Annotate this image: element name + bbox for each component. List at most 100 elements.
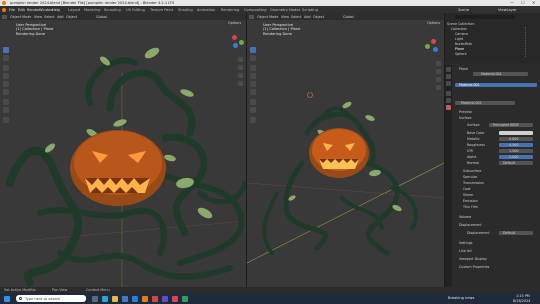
menu-help[interactable]: Help bbox=[52, 8, 60, 12]
surface-section[interactable]: Surface bbox=[459, 116, 472, 120]
maximize-button[interactable]: ☐ bbox=[521, 0, 525, 5]
material-list-label: Material.001 bbox=[459, 83, 480, 87]
blender-logo-icon bbox=[2, 1, 6, 5]
metallic-value: 0.000 bbox=[509, 137, 519, 141]
status-left-hint: Set Active Modifier bbox=[4, 288, 36, 292]
right-pan-icon[interactable] bbox=[436, 69, 441, 74]
output-props-tab-icon[interactable] bbox=[446, 81, 451, 86]
viewport-display-section[interactable]: Viewport Display bbox=[459, 257, 487, 261]
tab-texture-paint[interactable]: Texture Paint bbox=[150, 8, 173, 12]
store-icon[interactable] bbox=[122, 295, 128, 302]
settings-section[interactable]: Settings bbox=[459, 241, 473, 245]
menu-edit[interactable]: Edit bbox=[18, 8, 25, 12]
menu-file[interactable]: File bbox=[9, 8, 15, 12]
music-app-icon[interactable] bbox=[172, 295, 178, 302]
preview-section[interactable]: Preview bbox=[459, 110, 472, 114]
left-scene-render bbox=[0, 47, 246, 287]
scene-selector[interactable]: Scene bbox=[458, 8, 469, 12]
blender-taskbar-icon[interactable] bbox=[142, 295, 148, 302]
outliner-item-camera[interactable]: Camera bbox=[455, 32, 468, 36]
specular-section[interactable]: Specular bbox=[463, 175, 477, 179]
taskbar-search-placeholder: Type here to search bbox=[25, 296, 61, 301]
tab-modeling[interactable]: Modeling bbox=[84, 8, 100, 12]
roughness-value: 0.500 bbox=[509, 143, 519, 147]
tab-geometry-nodes[interactable]: Geometry Nodes bbox=[270, 8, 300, 12]
outliner-search-field[interactable] bbox=[455, 15, 515, 19]
left-gizmo-x-axis-icon[interactable] bbox=[232, 35, 237, 40]
task-view-icon[interactable] bbox=[92, 295, 98, 302]
tab-uv-editing[interactable]: UV Editing bbox=[126, 8, 145, 12]
news-widget[interactable]: Breaking news bbox=[448, 296, 474, 300]
outliner-item-collection[interactable]: Collection bbox=[451, 27, 467, 31]
photos-icon[interactable] bbox=[182, 295, 188, 302]
tab-compositing[interactable]: Compositing bbox=[244, 8, 267, 12]
edge-icon[interactable] bbox=[102, 295, 108, 302]
tool-props-tab-icon[interactable] bbox=[446, 67, 451, 72]
displacement-section[interactable]: Displacement bbox=[459, 223, 482, 227]
outliner-item-sphere[interactable]: Sphere bbox=[455, 52, 467, 56]
right-ortho-toggle-icon[interactable] bbox=[436, 85, 441, 90]
taskbar-clock-date[interactable]: 8/18/2024 bbox=[513, 299, 530, 303]
left-ortho-toggle-icon[interactable] bbox=[238, 81, 243, 86]
windows-taskbar: Type here to search Breaking news 1:15 P… bbox=[0, 293, 540, 304]
material-slot-label: Material.001 bbox=[481, 72, 502, 76]
left-zoom-icon[interactable] bbox=[238, 57, 243, 62]
ior-label: IOR bbox=[467, 149, 473, 153]
tab-rendering[interactable]: Rendering bbox=[221, 8, 239, 12]
material-props-tab-icon[interactable] bbox=[446, 105, 451, 110]
base-color-swatch[interactable] bbox=[499, 131, 533, 135]
status-mid-hint: Pan View bbox=[52, 288, 68, 292]
right-zoom-icon[interactable] bbox=[436, 61, 441, 66]
surface-label: Surface bbox=[467, 123, 480, 127]
volume-section[interactable]: Volume bbox=[459, 215, 471, 219]
custom-properties-section[interactable]: Custom Properties bbox=[459, 265, 489, 269]
taskbar-clock-time[interactable]: 1:15 PM bbox=[516, 294, 530, 298]
subsurface-section[interactable]: Subsurface bbox=[463, 169, 481, 173]
render-props-tab-icon[interactable] bbox=[446, 74, 451, 79]
right-gizmo-z-axis-icon[interactable] bbox=[433, 47, 438, 52]
thin-film-section[interactable]: Thin Film bbox=[463, 205, 478, 209]
file-explorer-icon[interactable] bbox=[112, 295, 118, 302]
close-button[interactable]: ✕ bbox=[532, 0, 535, 5]
right-camera-view-icon[interactable] bbox=[436, 77, 441, 82]
outliner-panel: Scene Collection Collection Camera Light… bbox=[445, 13, 540, 63]
outliner-scene-collection[interactable]: Scene Collection bbox=[447, 22, 474, 26]
right-3d-viewport[interactable]: Object Mode View Select Add Object Globa… bbox=[247, 13, 444, 287]
tab-scripting[interactable]: Scripting bbox=[302, 8, 318, 12]
menu-render[interactable]: Render bbox=[27, 8, 40, 12]
transmission-section[interactable]: Transmission bbox=[463, 181, 484, 185]
outliner-item-plane[interactable]: Plane bbox=[455, 47, 464, 51]
roughness-label: Roughness bbox=[467, 143, 485, 147]
taskbar-search-box[interactable]: Type here to search bbox=[16, 295, 86, 302]
outliner-item-light[interactable]: Light bbox=[455, 37, 463, 41]
left-gizmo-z-axis-icon[interactable] bbox=[233, 43, 238, 48]
minimize-button[interactable]: — bbox=[510, 0, 514, 5]
object-props-tab-icon[interactable] bbox=[446, 91, 451, 96]
tab-shading[interactable]: Shading bbox=[178, 8, 193, 12]
left-pan-icon[interactable] bbox=[238, 65, 243, 70]
outliner-visibility-icons[interactable] bbox=[525, 27, 537, 57]
blender-menu-icon[interactable] bbox=[2, 7, 6, 12]
windows-start-icon[interactable] bbox=[4, 295, 10, 302]
chrome-icon[interactable] bbox=[152, 295, 158, 302]
right-gizmo-x-axis-icon[interactable] bbox=[431, 39, 436, 44]
line-art-section[interactable]: Line Art bbox=[459, 249, 472, 253]
normal-value: Default bbox=[503, 161, 516, 165]
emission-section[interactable]: Emission bbox=[463, 199, 478, 203]
outliner-item-nurbspath[interactable]: NurbsPath bbox=[455, 42, 472, 46]
tab-animation[interactable]: Animation bbox=[197, 8, 215, 12]
tab-layout[interactable]: Layout bbox=[68, 8, 80, 12]
mail-icon[interactable] bbox=[132, 295, 138, 302]
tab-sculpting[interactable]: Sculpting bbox=[104, 8, 121, 12]
viewlayer-selector[interactable]: ViewLayer bbox=[498, 8, 517, 12]
surface-shader-value: Principled BSDF bbox=[493, 123, 519, 127]
status-right-hint: Context Menu bbox=[86, 288, 110, 292]
app-icon[interactable] bbox=[162, 295, 168, 302]
modifier-props-tab-icon[interactable] bbox=[446, 98, 451, 103]
right-gizmo-y-axis-icon[interactable] bbox=[425, 44, 430, 49]
left-3d-viewport[interactable]: Object Mode View Select Add Object Globa… bbox=[0, 13, 246, 287]
coat-section[interactable]: Coat bbox=[463, 187, 471, 191]
sheen-section[interactable]: Sheen bbox=[463, 193, 473, 197]
left-camera-view-icon[interactable] bbox=[238, 73, 243, 78]
left-gizmo-y-axis-icon[interactable] bbox=[239, 40, 244, 45]
